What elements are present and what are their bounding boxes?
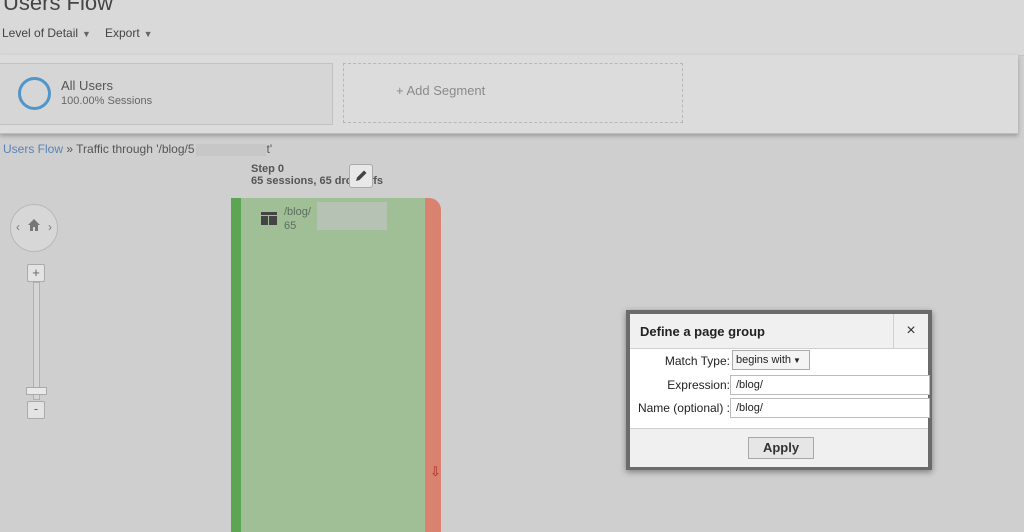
name-optional-label: Name (optional) : — [637, 401, 730, 415]
level-of-detail-label: Level of Detail — [2, 26, 79, 40]
breadcrumb-users-flow-link[interactable]: Users Flow — [3, 142, 63, 156]
dialog-title: Define a page group — [640, 324, 765, 339]
level-of-detail-menu[interactable]: Level of Detail ▼ — [2, 26, 91, 40]
segment-name: All Users — [61, 78, 114, 93]
export-label: Export — [104, 26, 140, 40]
add-segment-label: + Add Segment — [396, 83, 486, 98]
segment-all-users[interactable]: All Users 100.00% Sessions — [0, 63, 333, 125]
segment-detail: 100.00% Sessions — [61, 95, 153, 107]
flow-node[interactable]: /blog/ 65 — [231, 198, 425, 532]
page-group-icon — [261, 212, 277, 225]
breadcrumb-traffic-suffix: t' — [266, 142, 273, 156]
zoom-slider-handle[interactable] — [26, 387, 47, 395]
flow-node-column: /blog/ 65 ⇩ — [231, 198, 441, 532]
export-menu[interactable]: Export ▼ — [105, 26, 153, 40]
zoom-slider-track[interactable] — [33, 282, 40, 400]
report-menu: Level of Detail ▼ Export ▼ — [2, 26, 153, 40]
node-name: /blog/ — [284, 206, 311, 218]
pencil-icon — [356, 170, 367, 181]
breadcrumb: Users Flow » Traffic through '/blog/5 t' — [3, 142, 272, 156]
node-count: 65 — [284, 220, 297, 232]
pan-left-icon[interactable]: ‹ — [16, 220, 20, 234]
breadcrumb-separator: » — [66, 142, 74, 156]
redacted-block — [195, 143, 266, 156]
define-page-group-dialog: Define a page group × Match Type: begins… — [626, 310, 932, 470]
caret-down-icon: ▼ — [793, 356, 801, 365]
breadcrumb-traffic-prefix: Traffic through '/blog/5 — [76, 142, 195, 156]
apply-button[interactable]: Apply — [748, 437, 814, 459]
close-icon[interactable]: × — [893, 314, 928, 348]
pan-right-icon[interactable]: › — [48, 220, 52, 234]
expression-label: Expression: — [667, 378, 730, 392]
name-input[interactable] — [730, 398, 930, 418]
home-icon[interactable] — [27, 218, 41, 232]
zoom-out-button[interactable]: - — [27, 401, 45, 419]
edit-step-button[interactable] — [349, 164, 373, 188]
match-type-label: Match Type: — [664, 354, 730, 368]
caret-down-icon: ▼ — [82, 29, 91, 39]
match-type-value: begins with — [736, 354, 792, 366]
dialog-header: Define a page group × — [630, 314, 928, 349]
add-segment-button[interactable]: + Add Segment — [343, 63, 683, 123]
segment-bar: All Users 100.00% Sessions + Add Segment — [0, 55, 1018, 134]
report-header: Users Flow Level of Detail ▼ Export ▼ — [0, 0, 1024, 56]
match-type-select[interactable]: begins with ▼ — [732, 350, 810, 370]
dropoff-arrow-icon: ⇩ — [430, 464, 441, 479]
redacted-block — [317, 202, 387, 230]
pan-control[interactable]: ‹ › — [10, 204, 58, 252]
segment-ring-icon — [18, 77, 51, 110]
zoom-in-button[interactable]: + — [27, 264, 45, 282]
dropoff-bar[interactable] — [425, 198, 441, 532]
page-title: Users Flow — [3, 0, 114, 15]
dialog-footer: Apply — [630, 428, 928, 467]
caret-down-icon: ▼ — [143, 29, 153, 39]
expression-input[interactable] — [730, 375, 930, 395]
